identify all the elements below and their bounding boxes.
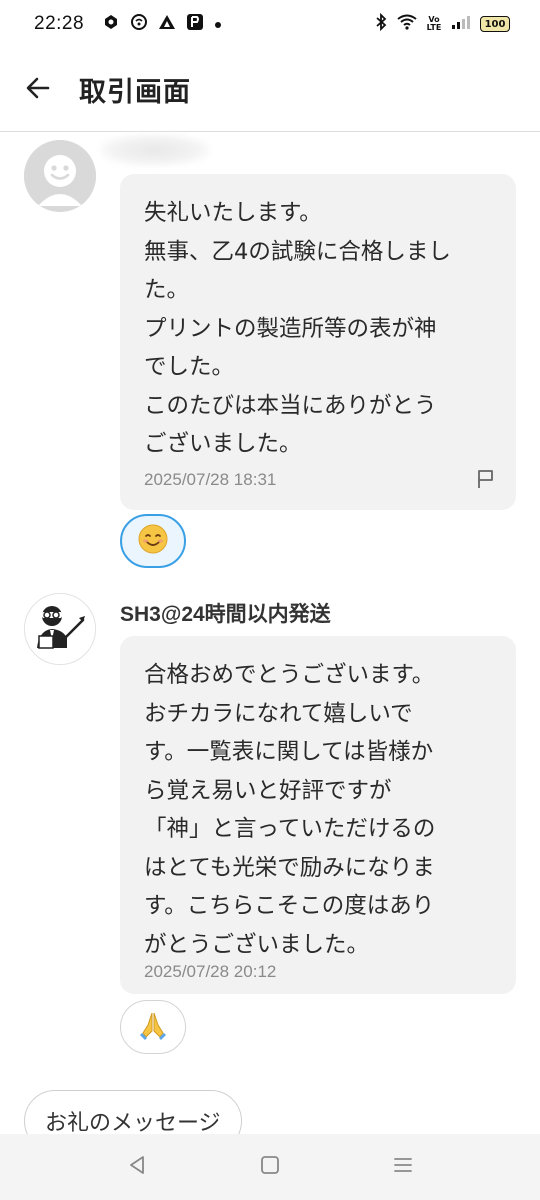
message-line: す。一覧表に関しては皆様か <box>144 739 434 765</box>
bluetooth-icon <box>374 12 388 35</box>
message-line: ございました。 <box>144 431 302 457</box>
volte-icon: Vo LTE <box>426 15 442 32</box>
folded-hands-icon <box>137 1009 169 1045</box>
buyer-avatar[interactable] <box>24 140 96 212</box>
recents-menu-icon <box>392 1154 414 1180</box>
reaction-button[interactable] <box>120 1000 186 1054</box>
blurred-sender-name <box>100 134 210 166</box>
wifi-icon <box>397 14 417 34</box>
message-line: す。こちらこそこの度はあり <box>144 893 435 919</box>
triangle-icon <box>158 13 176 35</box>
arrow-left-icon <box>24 74 52 106</box>
back-triangle-icon <box>126 1154 148 1180</box>
message-line: このたびは本当にありがとう <box>144 392 437 419</box>
message-line: プリントの製造所等の表が神 <box>144 315 437 342</box>
message-bubble: 失礼いたします。 無事、乙4の試験に合格しまし た。 プリントの製造所等の表が神… <box>120 174 516 510</box>
message-line: 失礼いたします。 <box>144 200 322 226</box>
app-icon <box>186 13 204 35</box>
smiley-avatar-icon <box>24 140 96 212</box>
status-bar: 22:28 Vo LTE 100 <box>0 0 540 48</box>
status-system-icons: Vo LTE 100 <box>374 12 510 35</box>
app-header: 取引画面 <box>0 48 540 132</box>
message-line: はとても光栄で励みになりま <box>144 854 435 881</box>
stack-icon <box>102 13 120 35</box>
message-line: ら覚え易いと好評ですが <box>144 777 392 804</box>
seller-avatar[interactable] <box>24 593 96 665</box>
message-timestamp: 2025/07/28 20:12 <box>144 962 277 981</box>
message-line: 「神」と言っていただけるの <box>144 816 436 842</box>
flag-icon[interactable] <box>474 468 496 490</box>
message-line: た。 <box>144 277 190 303</box>
message-bubble: 合格おめでとうございます。 おチカラになれて嬉しいで す。一覧表に関しては皆様か… <box>120 636 516 994</box>
message-line: 合格おめでとうございます。 <box>144 662 435 688</box>
nav-recents-button[interactable] <box>383 1147 423 1187</box>
message-timestamp: 2025/07/28 18:31 <box>144 470 277 489</box>
message-line: 無事、乙4の試験に合格しまし <box>144 238 451 265</box>
nav-back-button[interactable] <box>117 1147 157 1187</box>
system-nav-bar <box>0 1134 540 1200</box>
back-button[interactable] <box>18 70 58 110</box>
dot-icon <box>214 15 222 33</box>
home-square-icon <box>259 1154 281 1180</box>
signal-icon <box>451 14 471 34</box>
smiling-face-icon <box>137 523 169 559</box>
teacher-avatar-icon <box>25 594 95 664</box>
message-line: がとうございました。 <box>144 931 370 958</box>
reaction-button[interactable] <box>120 514 186 568</box>
nav-home-button[interactable] <box>250 1147 290 1187</box>
battery-icon: 100 <box>480 16 510 32</box>
chat-icon <box>130 13 148 35</box>
page-title: 取引画面 <box>79 77 191 108</box>
status-time: 22:28 <box>34 13 85 34</box>
status-notification-icons <box>102 13 222 35</box>
message-line: でした。 <box>144 354 235 380</box>
sender-name[interactable]: SH3@24時間以内発送 <box>120 598 331 628</box>
message-line: おチカラになれて嬉しいで <box>144 700 413 727</box>
